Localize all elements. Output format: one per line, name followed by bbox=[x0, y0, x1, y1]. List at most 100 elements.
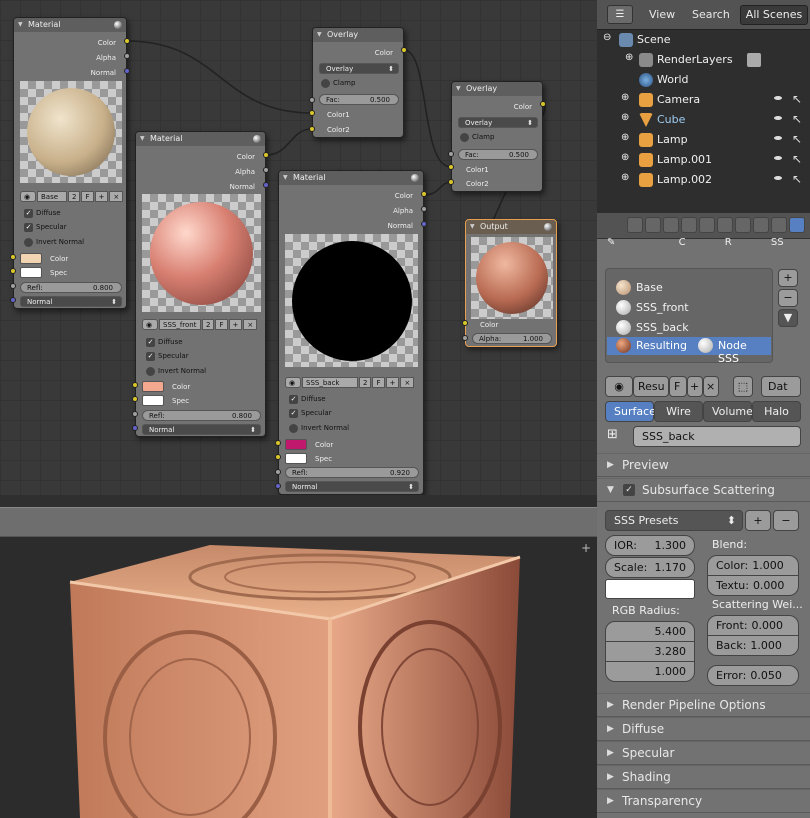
socket-spec-in[interactable] bbox=[132, 396, 138, 402]
panel-render-pipeline[interactable]: ▶ Render Pipeline Options bbox=[597, 693, 810, 717]
socket-color-in[interactable] bbox=[10, 254, 16, 260]
material-node-sss-back[interactable]: ▼ Material Color Alpha Normal ◉ SSS_back 2 F… bbox=[278, 170, 424, 495]
node-preview-toggle-icon[interactable] bbox=[253, 135, 261, 143]
error-field[interactable]: Error: 0.050 bbox=[707, 665, 799, 686]
socket-color2-in[interactable] bbox=[448, 179, 454, 185]
material-tab-icon[interactable] bbox=[789, 217, 805, 233]
texture-tab-icon[interactable] bbox=[771, 217, 787, 233]
normal-dropdown[interactable]: Normal ⬍ bbox=[20, 296, 122, 307]
world-tab-icon[interactable] bbox=[663, 217, 679, 233]
visibility-eye-icon[interactable] bbox=[772, 174, 784, 182]
socket-color-out[interactable] bbox=[401, 47, 407, 53]
add-material-icon[interactable]: + bbox=[687, 376, 703, 397]
users-count[interactable]: 2 bbox=[68, 191, 81, 202]
constraints-tab-icon[interactable] bbox=[699, 217, 715, 233]
ior-field[interactable]: IOR: 1.300 bbox=[605, 535, 695, 556]
radius-b-field[interactable]: 1.000 bbox=[605, 661, 695, 682]
outliner-row-scene[interactable]: ⊖ Scene bbox=[597, 30, 810, 50]
diffuse-checkbox[interactable]: ✓ Diffuse bbox=[24, 209, 61, 218]
tab-wire[interactable]: Wire bbox=[654, 401, 703, 422]
outliner-row-world[interactable]: World bbox=[597, 70, 810, 90]
selectable-cursor-icon[interactable]: ↖ bbox=[792, 152, 802, 166]
remove-preset-button[interactable]: − bbox=[773, 510, 799, 531]
node-editor-scrollbar[interactable] bbox=[0, 495, 597, 507]
view-menu[interactable]: View bbox=[649, 8, 675, 21]
socket-normal-in[interactable] bbox=[275, 483, 281, 489]
slot-sss-front[interactable]: SSS_front bbox=[616, 300, 689, 315]
overlay-node-2[interactable]: ▼ Overlay Color Overlay ⬍ Clamp Fac: 0.500 … bbox=[451, 81, 543, 192]
node-header[interactable]: ▼ Material bbox=[14, 18, 126, 32]
socket-color-out[interactable] bbox=[421, 191, 427, 197]
socket-normal-out[interactable] bbox=[263, 182, 269, 188]
tab-surface[interactable]: Surface bbox=[605, 401, 656, 422]
material-name-field[interactable]: SSS_back bbox=[302, 377, 358, 388]
render-icon[interactable] bbox=[747, 53, 761, 67]
diffuse-checkbox[interactable]: ✓ Diffuse bbox=[146, 338, 183, 347]
node-preview-toggle-icon[interactable] bbox=[114, 21, 122, 29]
panel-subsurface-scattering[interactable]: ▼ ✓ Subsurface Scattering bbox=[597, 478, 810, 502]
outliner-row-lamp[interactable]: ⊕ Lamp ↖ bbox=[597, 130, 810, 150]
socket-fac-in[interactable] bbox=[448, 151, 454, 157]
sss-presets-dropdown[interactable]: SSS Presets ⬍ bbox=[605, 510, 743, 531]
socket-alpha-out[interactable] bbox=[263, 167, 269, 173]
socket-refl-in[interactable] bbox=[10, 283, 16, 289]
normal-dropdown[interactable]: Normal ⬍ bbox=[142, 424, 261, 435]
panel-preview[interactable]: ▶ Preview bbox=[597, 453, 810, 477]
socket-color-in[interactable] bbox=[132, 382, 138, 388]
outliner-row-camera[interactable]: ⊕ Camera ↖ bbox=[597, 90, 810, 110]
diffuse-checkbox[interactable]: ✓ Diffuse bbox=[289, 395, 326, 404]
output-node[interactable]: ▼ Output Color Alpha: 1.000 bbox=[465, 219, 557, 347]
add-icon[interactable]: + bbox=[228, 319, 243, 330]
material-name-field[interactable]: Base bbox=[37, 191, 67, 202]
visibility-eye-icon[interactable] bbox=[772, 134, 784, 142]
socket-normal-in[interactable] bbox=[132, 425, 138, 431]
users-count[interactable]: 2 bbox=[359, 377, 372, 388]
unlink-icon[interactable]: × bbox=[243, 319, 258, 330]
node-header[interactable]: ▼ Material bbox=[136, 132, 265, 146]
material-name-field[interactable]: Resu bbox=[633, 376, 669, 397]
unlink-icon[interactable]: × bbox=[109, 191, 124, 202]
selectable-cursor-icon[interactable]: ↖ bbox=[792, 112, 802, 126]
refl-slider[interactable]: Refl: 0.800 bbox=[20, 282, 122, 293]
node-preview-toggle-icon[interactable] bbox=[544, 223, 552, 231]
sss-color-swatch[interactable] bbox=[605, 579, 695, 599]
material-browse-icon[interactable]: ◉ bbox=[605, 376, 633, 397]
visibility-eye-icon[interactable] bbox=[772, 154, 784, 162]
outliner[interactable]: ☰ View Search All Scenes ⊖ Scene ⊕ RenderL… bbox=[597, 0, 810, 213]
panel-specular[interactable]: ▶ Specular bbox=[597, 741, 810, 765]
selectable-cursor-icon[interactable]: ↖ bbox=[792, 132, 802, 146]
node-header[interactable]: ▼ Output bbox=[466, 220, 556, 234]
socket-color2-in[interactable] bbox=[309, 126, 315, 132]
clamp-toggle[interactable]: Clamp bbox=[321, 79, 355, 88]
alpha-slider[interactable]: Alpha: 1.000 bbox=[472, 333, 552, 344]
socket-spec-in[interactable] bbox=[10, 268, 16, 274]
slot-resulting-selected[interactable]: Resulting Node SSS bbox=[607, 337, 771, 365]
outliner-row-cube[interactable]: ⊕ Cube ↖ bbox=[597, 110, 810, 130]
scene-tab-icon[interactable] bbox=[645, 217, 661, 233]
modifiers-tab-icon[interactable] bbox=[717, 217, 733, 233]
invert-normal-toggle[interactable]: Invert Normal bbox=[289, 424, 349, 433]
node-preview-toggle-icon[interactable] bbox=[411, 174, 419, 182]
blend-texture-field[interactable]: Textu: 0.000 bbox=[707, 575, 799, 596]
slot-sss-back[interactable]: SSS_back bbox=[616, 320, 689, 335]
sss-enable-checkbox[interactable]: ✓ bbox=[623, 484, 635, 496]
blend-color-field[interactable]: Color: 1.000 bbox=[707, 555, 799, 576]
node-header[interactable]: ▼ Material bbox=[279, 171, 423, 185]
material-name-field[interactable]: SSS_front bbox=[159, 319, 201, 330]
socket-color1-in[interactable] bbox=[448, 164, 454, 170]
invert-normal-toggle[interactable]: Invert Normal bbox=[146, 367, 206, 376]
socket-color-in[interactable] bbox=[275, 440, 281, 446]
slot-specials-dropdown[interactable]: ▼ bbox=[778, 309, 798, 327]
panel-transparency[interactable]: ▶ Transparency bbox=[597, 789, 810, 813]
front-weight-field[interactable]: Front: 0.000 bbox=[707, 615, 799, 636]
node-header[interactable]: ▼ Overlay bbox=[452, 82, 542, 96]
add-icon[interactable]: + bbox=[385, 377, 400, 388]
socket-refl-in[interactable] bbox=[275, 469, 281, 475]
fac-slider[interactable]: Fac: 0.500 bbox=[458, 149, 538, 160]
socket-color-out[interactable] bbox=[540, 101, 546, 107]
socket-color1-in[interactable] bbox=[309, 110, 315, 116]
properties-editor[interactable]: ✎ C R SS Base SSS_front SSS_back Resulti… bbox=[597, 213, 810, 818]
node-header[interactable]: ▼ Overlay bbox=[313, 28, 403, 42]
invert-normal-toggle[interactable]: Invert Normal bbox=[24, 238, 84, 247]
socket-color-out[interactable] bbox=[124, 38, 130, 44]
